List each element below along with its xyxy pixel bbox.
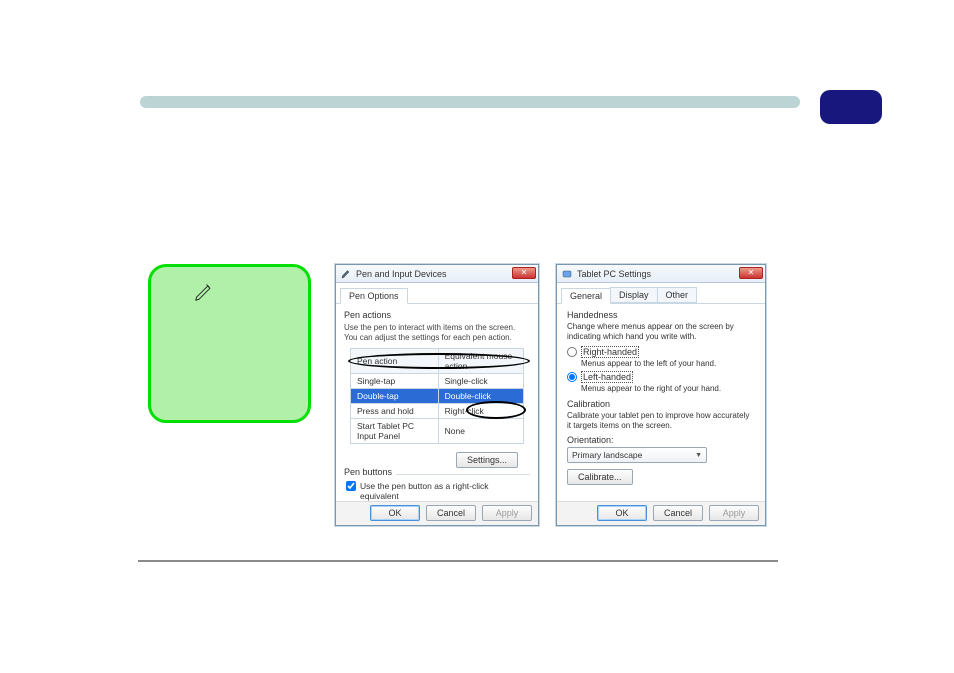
settings-button[interactable]: Settings... — [456, 452, 518, 468]
apply-button[interactable]: Apply — [482, 505, 532, 521]
pen-app-icon — [340, 268, 352, 280]
calibrate-button[interactable]: Calibrate... — [567, 469, 633, 485]
window-title: Pen and Input Devices — [356, 269, 447, 279]
ok-button[interactable]: OK — [370, 505, 420, 521]
button-row: OK Cancel Apply — [597, 505, 759, 521]
pen-actions-group: Pen actions Use the pen to interact with… — [344, 310, 530, 468]
radio-left-sub: Menus appear to the right of your hand. — [581, 384, 755, 393]
tab-other[interactable]: Other — [657, 287, 698, 303]
pen-actions-desc: Use the pen to interact with items on th… — [344, 323, 530, 343]
radio-right-sub: Menus appear to the left of your hand. — [581, 359, 755, 368]
tab-display[interactable]: Display — [610, 287, 658, 303]
tablet-app-icon — [561, 268, 573, 280]
tab-row: GeneralDisplayOther — [557, 283, 765, 304]
calibration-desc: Calibrate your tablet pen to improve how… — [567, 411, 755, 431]
button-row: OK Cancel Apply — [370, 505, 532, 521]
tablet-pc-settings-dialog: Tablet PC Settings ✕ GeneralDisplayOther… — [556, 264, 766, 526]
col-pen-action: Pen action — [351, 349, 439, 374]
close-button[interactable]: ✕ — [512, 267, 536, 279]
table-row[interactable]: Double-tapDouble-click — [351, 389, 524, 404]
cancel-button[interactable]: Cancel — [653, 505, 703, 521]
table-row[interactable]: Single-tapSingle-click — [351, 374, 524, 389]
footer-rule — [138, 560, 778, 562]
tab-row: Pen Options — [336, 283, 538, 304]
apply-button[interactable]: Apply — [709, 505, 759, 521]
combobox-value: Primary landscape — [572, 450, 642, 460]
chevron-down-icon: ▼ — [695, 452, 702, 459]
radio-label: Right-handed — [581, 346, 639, 358]
calibration-title: Calibration — [567, 399, 755, 409]
radio-right-handed[interactable]: Right-handed — [567, 346, 755, 358]
divider: Pen buttons — [344, 474, 530, 475]
col-equivalent: Equivalent mouse action — [438, 349, 523, 374]
orientation-combobox[interactable]: Primary landscape ▼ — [567, 447, 707, 463]
table-row[interactable]: Press and holdRight-click — [351, 404, 524, 419]
ok-button[interactable]: OK — [597, 505, 647, 521]
page-marker-pill — [820, 90, 882, 124]
close-button[interactable]: ✕ — [739, 267, 763, 279]
checkbox[interactable] — [346, 481, 356, 491]
table-row[interactable]: Start Tablet PC Input PanelNone — [351, 419, 524, 444]
radio-left-handed[interactable]: Left-handed — [567, 371, 755, 383]
handedness-desc: Change where menus appear on the screen … — [567, 322, 755, 342]
handedness-group: Handedness Change where menus appear on … — [567, 310, 755, 393]
chk-right-click-equiv[interactable]: Use the pen button as a right-click equi… — [346, 481, 528, 501]
calibration-group: Calibration Calibrate your tablet pen to… — [567, 399, 755, 485]
handedness-title: Handedness — [567, 310, 755, 320]
pen-icon — [193, 281, 215, 303]
header-rule — [140, 96, 800, 108]
tab-pen-options[interactable]: Pen Options — [340, 288, 408, 304]
cancel-button[interactable]: Cancel — [426, 505, 476, 521]
pen-actions-title: Pen actions — [344, 310, 530, 320]
window-title: Tablet PC Settings — [577, 269, 651, 279]
pen-buttons-title: Pen buttons — [344, 467, 396, 477]
radio[interactable] — [567, 347, 577, 357]
orientation-label: Orientation: — [567, 435, 755, 445]
pen-and-input-devices-dialog: Pen and Input Devices ✕ Pen Options Pen … — [335, 264, 539, 526]
radio[interactable] — [567, 372, 577, 382]
tab-general[interactable]: General — [561, 288, 611, 304]
sticky-note — [148, 264, 311, 423]
pen-actions-table[interactable]: Pen action Equivalent mouse action Singl… — [350, 348, 524, 444]
radio-label: Left-handed — [581, 371, 633, 383]
titlebar[interactable]: Tablet PC Settings ✕ — [557, 265, 765, 283]
titlebar[interactable]: Pen and Input Devices ✕ — [336, 265, 538, 283]
